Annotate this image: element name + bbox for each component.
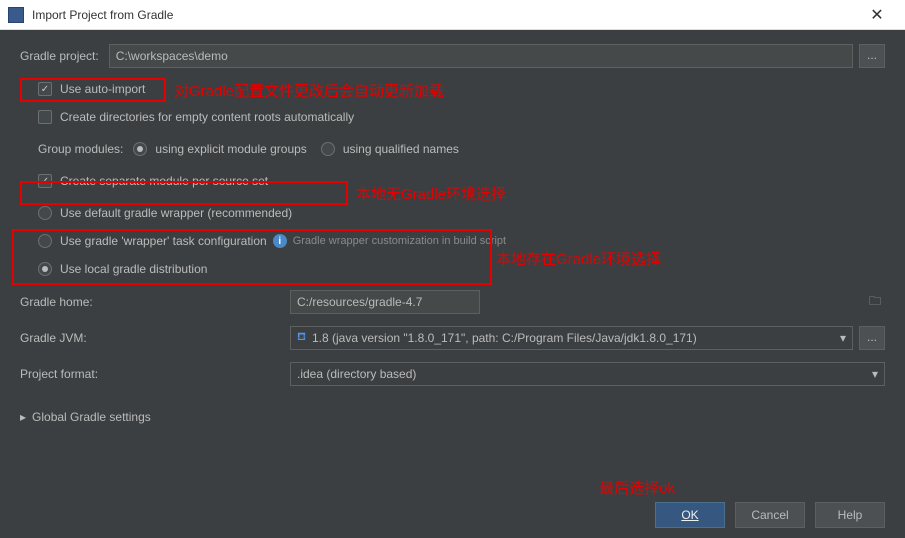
gradle-jvm-label: Gradle JVM: [20,331,290,345]
java-icon: ⛾ [297,331,306,345]
window-title: Import Project from Gradle [32,8,857,22]
gradle-project-label: Gradle project: [20,49,99,63]
gradle-home-input[interactable] [290,290,480,314]
separate-module-label: Create separate module per source set [60,174,268,188]
folder-icon[interactable]: 🗀 [865,292,885,313]
separate-module-checkbox[interactable] [38,174,52,188]
group-modules-opt1: using explicit module groups [155,142,306,156]
cancel-button[interactable]: Cancel [735,502,805,528]
wrapper-opt2: Use gradle 'wrapper' task configuration [60,234,267,248]
wrapper-opt1: Use default gradle wrapper (recommended) [60,206,292,220]
auto-import-label: Use auto-import [60,82,145,96]
dialog-footer: OK Cancel Help [20,494,885,528]
group-modules-explicit-radio[interactable] [133,142,147,156]
ok-button[interactable]: OK [655,502,725,528]
create-dirs-checkbox[interactable] [38,110,52,124]
dialog-window: Import Project from Gradle ✕ Gradle proj… [0,0,905,538]
project-format-label: Project format: [20,367,290,381]
gradle-jvm-dropdown[interactable]: ⛾ 1.8 (java version "1.8.0_171", path: C… [290,326,853,350]
help-button[interactable]: Help [815,502,885,528]
wrapper-task-radio[interactable] [38,234,52,248]
wrapper-opt3: Use local gradle distribution [60,262,207,276]
browse-button[interactable]: ... [859,44,885,68]
auto-import-checkbox[interactable] [38,82,52,96]
project-format-dropdown[interactable]: .idea (directory based) [290,362,885,386]
gradle-home-label: Gradle home: [20,295,290,309]
wrapper-default-radio[interactable] [38,206,52,220]
group-modules-label: Group modules: [38,142,123,156]
project-format-value: .idea (directory based) [297,367,416,381]
wrapper-local-radio[interactable] [38,262,52,276]
gradle-project-input[interactable] [109,44,853,68]
gradle-jvm-value: 1.8 (java version "1.8.0_171", path: C:/… [312,331,697,345]
app-icon [8,7,24,23]
close-icon[interactable]: ✕ [857,5,897,25]
global-gradle-settings-label: Global Gradle settings [32,410,151,424]
global-gradle-settings-expander[interactable]: Global Gradle settings [20,410,885,424]
titlebar: Import Project from Gradle ✕ [0,0,905,30]
wrapper-opt2-hint: Gradle wrapper customization in build sc… [293,235,506,247]
group-modules-opt2: using qualified names [343,142,459,156]
group-modules-qualified-radio[interactable] [321,142,335,156]
jvm-browse-button[interactable]: ... [859,326,885,350]
dialog-body: Gradle project: ... Use auto-import Crea… [0,30,905,538]
info-icon: i [273,234,287,248]
create-dirs-label: Create directories for empty content roo… [60,110,354,124]
